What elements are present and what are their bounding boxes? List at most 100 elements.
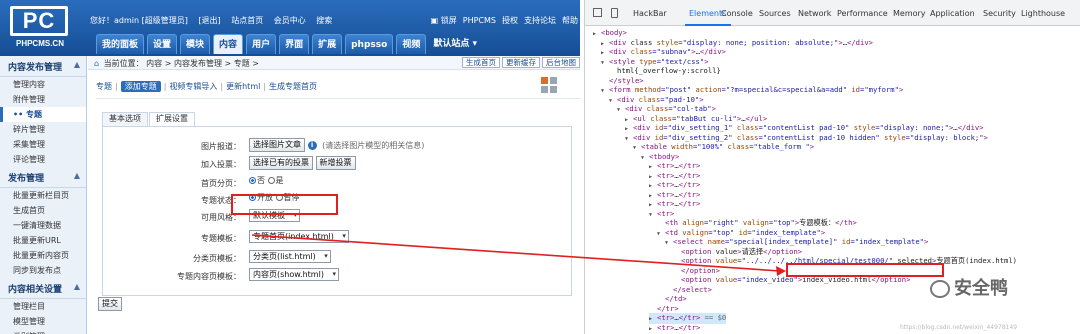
devtools-tab[interactable]: Console [721,9,753,18]
top-link[interactable]: 帮助 [562,16,578,25]
sidebar-item[interactable]: 管理内容 [0,77,86,92]
nav-tab[interactable]: 用户 [246,34,277,54]
top-link[interactable]: 支持论坛 [524,16,556,25]
sidebar-item[interactable]: 管理栏目 [0,299,86,314]
submit-button[interactable]: 提交 [98,297,122,311]
dom-node-line[interactable]: </td> [657,294,687,303]
dom-node-line[interactable]: </tr> [649,304,679,313]
sidebar-item[interactable]: 批量更新栏目页 [0,188,86,203]
inspect-element-icon[interactable] [593,8,602,17]
sidebar-group-title[interactable]: 内容相关设置 ▲ [0,278,86,299]
dom-node-line[interactable]: </option> [673,266,720,275]
breadcrumb-action-button[interactable]: 生成首页 [462,57,500,68]
expand-down-icon[interactable]: ▼ [641,154,649,163]
devtools-tab[interactable]: Network [798,9,831,18]
nav-tab[interactable]: 内容 [213,34,244,54]
phpcms-logo[interactable]: PC PHPCMS.CN [4,6,76,50]
expand-down-icon[interactable]: ▼ [625,135,633,144]
dom-node-line[interactable]: </style> [601,76,644,85]
expand-down-icon[interactable]: ▼ [649,211,657,220]
sidebar-item[interactable]: 同步到发布点 [0,263,86,278]
dom-node-line[interactable]: html{_overflow-y:scroll} [609,66,721,75]
subtab-link[interactable]: 视频专辑导入 [169,82,217,91]
dom-node-text: <tr> [657,208,675,218]
search-link[interactable]: 搜索 [316,16,332,25]
devtools-tab[interactable]: Security [983,9,1016,18]
sidebar-item[interactable]: 生成首页 [0,203,86,218]
special-subtabs: 专题 | 添加专题 | 视频专辑导入 | 更新html | 生成专题首页 [96,81,320,92]
top-link[interactable]: PHPCMS [463,16,496,25]
nav-tab[interactable]: phpsso [345,34,394,54]
sidebar-group-title[interactable]: 发布管理 ▲ [0,167,86,188]
paging-yes-radio[interactable] [267,177,275,184]
expand-down-icon[interactable]: ▼ [609,97,617,106]
dom-node-line[interactable]: <option value>请选择</option> [673,247,802,256]
index-template-select[interactable]: 专题首页(index.html) ▾ [249,230,349,243]
expand-down-icon[interactable]: ▼ [657,230,665,239]
show-template-select[interactable]: 内容页(show.html) ▾ [249,268,339,281]
select-image-article-button[interactable]: 选择图片文章 [249,138,305,152]
subtab-link[interactable]: 专题 [96,82,112,91]
sidebar-item[interactable]: 评论管理 [0,152,86,167]
subtab-link[interactable]: 更新html [226,82,260,91]
category-template-select[interactable]: 分类页(list.html) ▾ [249,250,331,263]
dom-node-text: <th align="right" valign="top">专题模板：</th… [665,218,857,227]
select-vote-button[interactable]: 选择已有的投票 [249,156,313,170]
expand-down-icon[interactable]: ▼ [665,239,673,248]
nav-tab[interactable]: 设置 [147,34,178,54]
dom-node-line[interactable]: </select> [665,285,712,294]
dom-node-line[interactable]: <th align="right" valign="top">专题模板：</th… [657,218,857,227]
subtab-link[interactable]: 添加专题 [120,81,161,92]
device-toolbar-icon[interactable] [611,8,618,18]
dom-node-line[interactable]: ▶ <tr>…</tr> [649,323,700,334]
expand-down-icon[interactable]: ▼ [601,87,609,96]
add-vote-button[interactable]: 新增投票 [315,156,356,170]
devtools-tab[interactable]: HackBar [633,9,667,18]
sidebar-item[interactable]: 一键清理数据 [0,218,86,233]
sidebar-item[interactable]: 模型管理 [0,314,86,329]
expand-down-icon[interactable]: ▼ [617,106,625,115]
nav-tab[interactable]: 我的面板 [96,34,145,54]
site-home-link[interactable]: 站点首页 [231,16,263,25]
sidebar-item[interactable]: 批量更新内容页 [0,248,86,263]
devtools-tab[interactable]: Sources [759,9,791,18]
expand-right-icon[interactable]: ▶ [593,30,601,39]
sidebar-group-title[interactable]: 内容发布管理 ▲ [0,56,86,77]
top-link[interactable]: ▣ 锁屏 [425,16,457,25]
subtab-link[interactable]: 生成专题首页 [269,82,317,91]
nav-tab[interactable]: 模块 [180,34,211,54]
breadcrumb-action-button[interactable]: 后台地图 [542,57,580,68]
top-link[interactable]: 授权 [502,16,518,25]
expand-down-icon[interactable]: ▼ [601,59,609,68]
site-point-switch[interactable]: 默认站点 ▾ [433,34,477,54]
devtools-tab[interactable]: Performance [837,9,888,18]
devtools-tab[interactable]: Memory [893,9,926,18]
sidebar-item[interactable]: 附件管理 [0,92,86,107]
sidebar-item[interactable]: 采集管理 [0,137,86,152]
devtools-tab[interactable]: Lighthouse [1021,9,1065,18]
dom-node-text: </style> [609,75,644,85]
nav-tab[interactable]: 视频 [396,34,427,54]
logout-link[interactable]: [退出] [198,16,220,25]
sidebar-item[interactable]: 碎片管理 [0,122,86,137]
dom-node-text: <option value>请选择</option> [681,246,803,256]
paging-no-radio[interactable] [249,177,256,184]
sidebar-group-label: 发布管理 [8,174,45,184]
nav-tab[interactable]: 界面 [279,34,310,54]
nav-tab[interactable]: 扩展 [312,34,343,54]
form-tab[interactable]: 扩展设置 [149,112,195,126]
show-template-value: 内容页(show.html) [253,270,324,279]
dom-node-text: <div class="subnav">…</div> [609,47,726,56]
expand-down-icon[interactable]: ▼ [633,144,641,153]
dom-node-text: <tr>…</tr> [657,199,701,208]
dom-node-text: html{_overflow-y:scroll} [617,66,721,75]
sidebar-item[interactable]: 批量更新URL [0,233,86,248]
sidebar-item[interactable]: •• 专题 [0,107,86,122]
grid-view-icon[interactable] [540,76,558,94]
breadcrumb-action-button[interactable]: 更新缓存 [502,57,540,68]
devtools-tab[interactable]: Application [930,9,975,18]
member-center-link[interactable]: 会员中心 [274,16,306,25]
sidebar-item[interactable]: 类别管理 [0,329,86,334]
form-tab[interactable]: 基本选项 [102,112,148,126]
expand-right-icon[interactable]: ▶ [649,325,657,334]
